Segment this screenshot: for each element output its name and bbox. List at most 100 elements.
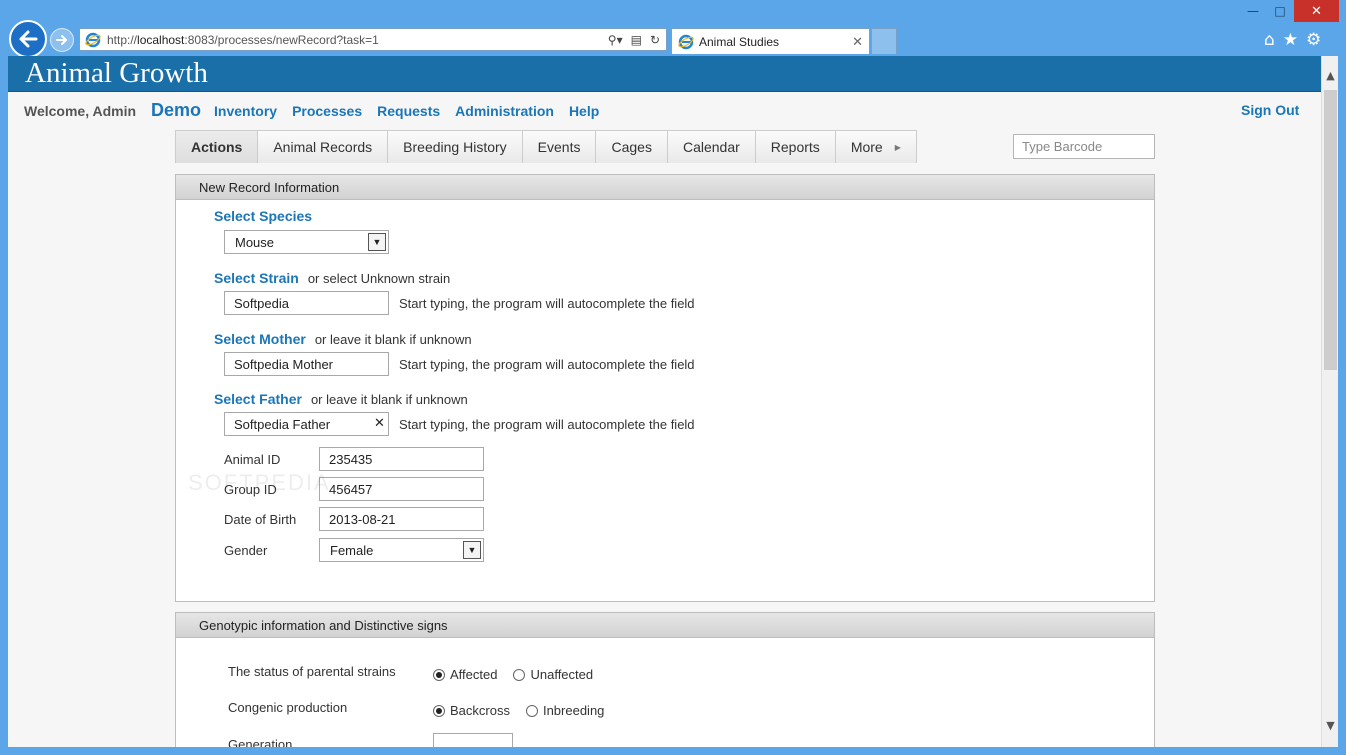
ie-logo-icon xyxy=(678,34,694,49)
tab-cages[interactable]: Cages xyxy=(596,131,668,163)
home-icon[interactable]: ⌂ xyxy=(1264,30,1275,50)
genotypic-panel: Genotypic information and Distinctive si… xyxy=(175,612,1155,747)
date-of-birth-input[interactable] xyxy=(319,507,484,531)
tab-actions[interactable]: Actions xyxy=(176,131,259,163)
group-id-input[interactable] xyxy=(319,477,484,501)
nav-demo[interactable]: Demo xyxy=(151,100,201,121)
new-record-heading: New Record Information xyxy=(176,175,1154,200)
url-path: :8083/processes/newRecord?task=1 xyxy=(184,32,379,47)
url-host: localhost xyxy=(137,32,185,47)
radio-backcross[interactable]: Backcross xyxy=(433,703,510,718)
radio-backcross-label: Backcross xyxy=(450,703,510,718)
radio-selected-icon xyxy=(433,668,445,681)
species-value: Mouse xyxy=(235,234,275,250)
gender-value: Female xyxy=(330,542,374,558)
arrow-left-icon xyxy=(19,30,38,48)
gender-select[interactable]: Female ▼ xyxy=(319,538,484,562)
url-prefix: http:// xyxy=(107,32,138,47)
vertical-scrollbar[interactable]: ▲ ▼ xyxy=(1321,56,1338,747)
species-select[interactable]: Mouse ▼ xyxy=(224,230,389,254)
father-note: or leave it blank if unknown xyxy=(310,392,468,407)
select-father-label: Select Father xyxy=(214,391,302,407)
maximize-button[interactable]: □ xyxy=(1266,0,1294,22)
search-icon[interactable]: ⚲▾ xyxy=(608,33,623,47)
father-label-row: Select Father or leave it blank if unknow… xyxy=(214,391,468,408)
section-tabs: Actions Animal Records Breeding History … xyxy=(175,130,917,163)
browser-chrome: http://localhost:8083/processes/newRecor… xyxy=(0,0,1346,58)
radio-unaffected-label: Unaffected xyxy=(530,667,594,682)
forward-button[interactable] xyxy=(50,28,74,52)
tab-events[interactable]: Events xyxy=(522,131,597,163)
tab-animal-records[interactable]: Animal Records xyxy=(258,131,389,163)
clear-icon[interactable]: ✕ xyxy=(374,416,385,431)
chevron-down-icon: ▼ xyxy=(368,233,386,251)
nav-administration[interactable]: Administration xyxy=(455,103,554,119)
nav-help[interactable]: Help xyxy=(569,103,599,119)
chevron-right-icon: ▶ xyxy=(894,142,901,152)
barcode-input[interactable] xyxy=(1013,134,1155,159)
settings-gear-icon[interactable]: ⚙ xyxy=(1306,30,1321,50)
generation-input[interactable] xyxy=(433,733,513,747)
arrow-right-icon xyxy=(56,35,68,45)
chevron-down-icon: ▼ xyxy=(463,541,481,559)
radio-affected-label: Affected xyxy=(450,667,498,682)
address-bar[interactable]: http://localhost:8083/processes/newRecor… xyxy=(79,28,667,51)
animal-id-label: Animal ID xyxy=(224,452,281,467)
tab-calendar[interactable]: Calendar xyxy=(667,131,756,163)
app-title: Animal Growth xyxy=(25,57,208,89)
minimize-button[interactable]: — xyxy=(1240,0,1266,22)
father-input[interactable] xyxy=(224,412,389,436)
mother-input[interactable] xyxy=(224,352,389,376)
close-window-button[interactable]: ✕ xyxy=(1294,0,1339,22)
select-species-label: Select Species xyxy=(214,208,313,224)
parental-status-radios: Affected Unaffected xyxy=(433,667,593,682)
welcome-text: Welcome, Admin xyxy=(24,103,137,119)
radio-selected-icon xyxy=(433,704,445,717)
strain-hint: Start typing, the program will autocompl… xyxy=(399,296,695,311)
strain-note: or select Unknown strain xyxy=(307,271,451,286)
new-tab-button[interactable] xyxy=(871,28,897,54)
refresh-icon[interactable]: ↻ xyxy=(650,33,660,47)
parental-status-label: The status of parental strains xyxy=(228,664,396,679)
watermark: SOFTPEDIA xyxy=(188,470,331,495)
tab-close-icon[interactable]: ✕ xyxy=(852,34,863,50)
tab-reports[interactable]: Reports xyxy=(755,131,836,163)
new-record-panel: New Record Information Select Species Mo… xyxy=(175,174,1155,602)
ie-logo-icon xyxy=(85,32,101,47)
radio-affected[interactable]: Affected xyxy=(433,667,497,682)
strain-label-row: Select Strain or select Unknown strain xyxy=(214,270,450,287)
scroll-up-icon[interactable]: ▲ xyxy=(1322,66,1339,84)
scroll-down-icon[interactable]: ▼ xyxy=(1322,716,1339,734)
radio-unaffected[interactable]: Unaffected xyxy=(513,667,593,682)
nav-inventory[interactable]: Inventory xyxy=(214,103,277,119)
radio-inbreeding-label: Inbreeding xyxy=(542,703,605,718)
generation-label: Generation xyxy=(228,737,293,747)
sign-out-link[interactable]: Sign Out xyxy=(1241,102,1299,118)
tab-breeding-history[interactable]: Breeding History xyxy=(388,131,523,163)
species-label-row: Select Species xyxy=(214,208,312,225)
select-strain-label: Select Strain xyxy=(214,270,299,286)
father-hint: Start typing, the program will autocompl… xyxy=(399,417,695,432)
scroll-thumb[interactable] xyxy=(1324,90,1337,370)
animal-id-input[interactable] xyxy=(319,447,484,471)
nav-requests[interactable]: Requests xyxy=(377,103,440,119)
radio-empty-icon xyxy=(525,704,538,717)
back-button[interactable] xyxy=(9,20,47,58)
tab-more-label: More xyxy=(850,139,883,155)
strain-input[interactable] xyxy=(224,291,389,315)
nav-processes[interactable]: Processes xyxy=(292,103,362,119)
mother-note: or leave it blank if unknown xyxy=(314,332,472,347)
browser-tab-animal-studies[interactable]: Animal Studies ✕ xyxy=(671,28,870,54)
genotypic-heading: Genotypic information and Distinctive si… xyxy=(176,613,1154,638)
tab-title: Animal Studies xyxy=(699,34,780,49)
compatibility-view-icon[interactable]: ▤ xyxy=(631,33,642,47)
favorites-star-icon[interactable]: ★ xyxy=(1283,30,1298,50)
radio-empty-icon xyxy=(513,668,526,681)
date-of-birth-label: Date of Birth xyxy=(224,512,297,527)
mother-hint: Start typing, the program will autocompl… xyxy=(399,357,695,372)
select-mother-label: Select Mother xyxy=(214,331,306,347)
mother-label-row: Select Mother or leave it blank if unknow… xyxy=(214,331,472,348)
radio-inbreeding[interactable]: Inbreeding xyxy=(525,703,605,718)
tab-more[interactable]: More ▶ xyxy=(835,131,916,163)
congenic-production-label: Congenic production xyxy=(228,700,348,715)
